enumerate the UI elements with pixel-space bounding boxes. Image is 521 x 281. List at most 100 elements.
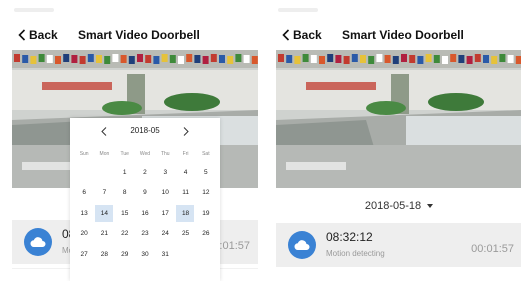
flag-decoration xyxy=(178,56,184,64)
calendar-day[interactable]: 17 xyxy=(155,203,175,224)
caret-down-icon xyxy=(427,204,434,208)
calendar-day[interactable]: 2 xyxy=(135,162,155,183)
weekday-label: Sat xyxy=(202,151,210,157)
day-number: 2 xyxy=(143,168,147,176)
flag-decoration xyxy=(515,56,521,64)
day-number: 31 xyxy=(161,250,169,258)
page-title: Smart Video Doorbell xyxy=(342,28,464,42)
weekday-label: Thu xyxy=(160,151,170,157)
back-button[interactable]: Back xyxy=(282,28,322,42)
calendar-day[interactable]: 20 xyxy=(74,224,94,245)
calendar-day[interactable]: 23 xyxy=(135,224,155,245)
flag-decoration xyxy=(235,54,242,62)
calendar-day[interactable]: 5 xyxy=(196,162,216,183)
calendar-day[interactable]: 24 xyxy=(155,224,175,245)
calendar-day[interactable]: 1 xyxy=(115,162,135,183)
flag-decoration xyxy=(278,54,284,62)
calendar-day[interactable]: 25 xyxy=(175,224,195,245)
day-number: 27 xyxy=(80,250,88,258)
back-button[interactable]: Back xyxy=(18,28,58,42)
flag-decoration xyxy=(104,56,111,64)
day-number: 5 xyxy=(204,168,208,176)
day-number: 15 xyxy=(121,209,129,217)
header: Back Smart Video Doorbell xyxy=(272,22,521,50)
flag-decoration xyxy=(483,55,489,63)
calendar-day[interactable]: 21 xyxy=(94,224,114,245)
flag-decoration xyxy=(450,54,457,62)
calendar-day[interactable]: 30 xyxy=(135,244,155,265)
calendar-day[interactable]: 4 xyxy=(175,162,195,183)
day-number: 9 xyxy=(143,189,147,197)
calendar-day[interactable]: 10 xyxy=(155,183,175,204)
calendar-day[interactable]: 3 xyxy=(155,162,175,183)
video-player[interactable] xyxy=(276,50,521,188)
calendar-day[interactable]: 9 xyxy=(135,183,155,204)
calendar-day[interactable]: 8 xyxy=(115,183,135,204)
day-number: 6 xyxy=(82,189,86,197)
calendar-day[interactable]: 15 xyxy=(115,203,135,224)
flag-decoration xyxy=(392,56,399,64)
calendar-day[interactable]: 26 xyxy=(196,224,216,245)
flag-decoration xyxy=(46,55,53,63)
day-number: 21 xyxy=(100,230,109,238)
flag-decoration xyxy=(112,54,119,62)
day-number: 10 xyxy=(161,189,169,197)
recording-item[interactable]: 08:32:12 Motion detecting 00:01:57 xyxy=(276,223,521,267)
flag-decoration xyxy=(169,55,176,63)
left-screen: Back Smart Video Doorbell 08:3 Mo 00:01:… xyxy=(8,0,262,281)
flag-decoration xyxy=(219,55,225,63)
calendar-day[interactable]: 13 xyxy=(74,203,94,224)
day-number: 20 xyxy=(80,230,88,238)
day-number: 28 xyxy=(100,250,109,258)
calendar-weekdays: Sun Mon Tue Wed Thu Fri Sat xyxy=(74,151,216,157)
day-number: 17 xyxy=(161,209,169,217)
flag-decoration xyxy=(202,56,209,64)
day-number: 19 xyxy=(202,209,210,217)
flag-decoration xyxy=(351,54,358,62)
flag-decoration xyxy=(466,56,473,64)
chevron-right-icon xyxy=(183,123,189,141)
date-selector[interactable]: 2018-05-18 xyxy=(272,195,521,217)
calendar-day[interactable]: 31 xyxy=(155,244,175,265)
day-number: 24 xyxy=(161,230,169,238)
flag-decoration xyxy=(243,55,250,63)
flag-decoration xyxy=(442,56,448,64)
day-number: 14 xyxy=(100,209,109,217)
flag-decoration xyxy=(194,55,201,63)
calendar-month: 2018-05 xyxy=(130,126,160,135)
flag-decoration xyxy=(417,56,424,64)
day-number: 7 xyxy=(102,189,107,197)
calendar-empty-cell xyxy=(74,162,94,183)
calendar-day[interactable]: 19 xyxy=(196,203,216,224)
day-number: 11 xyxy=(182,189,189,197)
calendar-day[interactable]: 22 xyxy=(115,224,135,245)
header: Back Smart Video Doorbell xyxy=(8,22,262,50)
recording-time: 08:32:12 xyxy=(326,230,373,244)
day-number: 23 xyxy=(141,230,149,238)
calendar-day[interactable]: 6 xyxy=(74,183,94,204)
calendar-day[interactable]: 12 xyxy=(196,183,216,204)
calendar-day[interactable]: 27 xyxy=(74,244,94,265)
calendar-day[interactable]: 14 xyxy=(94,203,114,224)
flag-decoration xyxy=(376,54,383,62)
next-month-button[interactable] xyxy=(178,124,194,140)
flag-decoration xyxy=(458,55,465,63)
calendar-day[interactable]: 11 xyxy=(175,183,195,204)
calendar-day[interactable]: 29 xyxy=(115,244,135,265)
calendar-popup: 2018-05 Sun Mon Tue Wed Thu Fri Sat 1234567891… xyxy=(70,118,220,281)
flag-decoration xyxy=(137,54,143,62)
flag-decoration xyxy=(343,56,350,64)
day-number: 29 xyxy=(121,250,129,258)
flag-decoration xyxy=(161,54,168,62)
calendar-empty-cell xyxy=(175,244,195,265)
calendar-day[interactable]: 28 xyxy=(94,244,114,265)
calendar-day[interactable]: 7 xyxy=(94,183,114,204)
selected-date: 2018-05-18 xyxy=(364,200,422,212)
flag-decoration xyxy=(153,56,160,64)
calendar-days: 1 2 3 4 5 6 7 8 9 10 11 12 13 14 15 16 17 18 19 20 21 22 23 24 2… xyxy=(74,162,216,265)
calendar-day[interactable]: 16 xyxy=(135,203,155,224)
calendar-empty-cell xyxy=(94,162,114,183)
flag-decoration xyxy=(425,54,432,62)
calendar-day[interactable]: 18 xyxy=(175,203,195,224)
flag-decoration xyxy=(335,55,342,63)
